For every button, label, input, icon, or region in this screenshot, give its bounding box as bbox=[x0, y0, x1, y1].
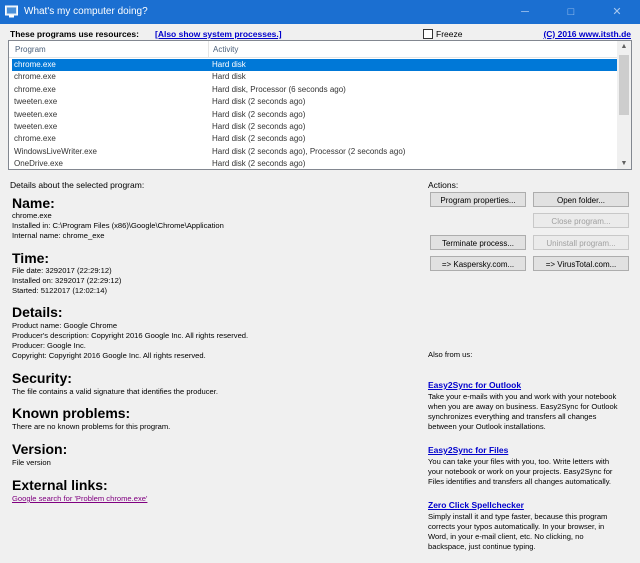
promo-line: Take your e-mails with you and work with… bbox=[428, 392, 617, 401]
freeze-checkbox[interactable] bbox=[423, 29, 433, 39]
programs-label: These programs use resources: bbox=[10, 29, 139, 39]
google-search-link[interactable]: Google search for 'Problem chrome.exe' bbox=[12, 494, 147, 503]
promo-line: Files identifies and transfers all chang… bbox=[428, 477, 612, 486]
easy2sync-files-text: You can take your files with you, too. W… bbox=[428, 457, 628, 487]
known-problems-text: There are no known problems for this pro… bbox=[12, 422, 171, 431]
list-row[interactable]: WindowsLiveWriter.exe Hard disk (2 second… bbox=[12, 146, 617, 158]
program-cell: chrome.exe bbox=[14, 134, 56, 144]
easy2sync-files-link[interactable]: Easy2Sync for Files bbox=[428, 445, 508, 455]
time-line: File date: 3292017 (22:29:12) bbox=[12, 266, 112, 275]
details-line: Product name: Google Chrome bbox=[12, 321, 118, 330]
program-cell: chrome.exe bbox=[14, 60, 56, 69]
column-header-activity[interactable]: Activity bbox=[213, 45, 238, 54]
program-cell: tweeten.exe bbox=[14, 109, 58, 119]
time-heading: Time: bbox=[12, 250, 50, 266]
security-text: The file contains a valid signature that… bbox=[12, 387, 218, 396]
uninstall-program-button[interactable]: Uninstall program... bbox=[533, 235, 629, 250]
list-row[interactable]: tweeten.exe Hard disk (2 seconds ago) bbox=[12, 109, 617, 121]
close-icon[interactable]: ✕ bbox=[594, 0, 640, 24]
program-cell: chrome.exe bbox=[14, 84, 56, 94]
copyright-link[interactable]: (C) 2016 www.itsth.de bbox=[543, 29, 631, 39]
freeze-label[interactable]: Freeze bbox=[436, 29, 462, 39]
system-processes-link[interactable]: [Also show system processes.] bbox=[155, 29, 282, 39]
virustotal-button[interactable]: => VirusTotal.com... bbox=[533, 256, 629, 271]
list-row[interactable]: chrome.exe Hard disk bbox=[12, 71, 617, 83]
open-folder-button[interactable]: Open folder... bbox=[533, 192, 629, 207]
time-line: Started: 5122017 (12:02:14) bbox=[12, 286, 107, 295]
details-line: Producer: Google Inc. bbox=[12, 341, 86, 350]
promo-line: synchronizes everything and transfers al… bbox=[428, 412, 597, 421]
also-from-us-label: Also from us: bbox=[428, 350, 473, 359]
version-heading: Version: bbox=[12, 441, 68, 457]
promo-line: backspace, just continue typing. bbox=[428, 542, 536, 551]
app-icon bbox=[5, 5, 18, 18]
activity-cell: Hard disk bbox=[212, 72, 246, 82]
name-line: Installed in: C:\Program Files (x86)\Goo… bbox=[12, 221, 224, 230]
promo-line: your notebook or work on your projects. … bbox=[428, 467, 613, 476]
list-row[interactable]: tweeten.exe Hard disk (2 seconds ago) bbox=[12, 96, 617, 108]
list-row[interactable]: chrome.exe Hard disk bbox=[12, 59, 617, 72]
external-links-heading: External links: bbox=[12, 477, 108, 493]
details-heading: Details: bbox=[12, 304, 63, 320]
promo-line: You can take your files with you, too. W… bbox=[428, 457, 610, 466]
name-line: Internal name: chrome_exe bbox=[12, 231, 105, 240]
time-line: Installed on: 3292017 (22:29:12) bbox=[12, 276, 122, 285]
details-line: Copyright: Copyright 2016 Google Inc. Al… bbox=[12, 351, 206, 360]
program-properties-button[interactable]: Program properties... bbox=[430, 192, 526, 207]
name-line: chrome.exe bbox=[12, 211, 52, 220]
details-line: Producer's description: Copyright 2016 G… bbox=[12, 331, 249, 340]
terminate-process-button[interactable]: Terminate process... bbox=[430, 235, 526, 250]
promo-line: Simply install it and type faster, becau… bbox=[428, 512, 608, 521]
list-rows: chrome.exe Hard disk chrome.exe Hard disk … bbox=[12, 59, 617, 169]
program-cell: OneDrive.exe bbox=[14, 159, 63, 169]
easy2sync-outlook-link[interactable]: Easy2Sync for Outlook bbox=[428, 380, 521, 390]
program-cell: tweeten.exe bbox=[14, 121, 58, 131]
program-list[interactable]: Program Activity chrome.exe Hard disk chr… bbox=[8, 40, 632, 170]
list-row[interactable]: chrome.exe Hard disk, Processor (6 second… bbox=[12, 84, 617, 96]
easy2sync-outlook-text: Take your e-mails with you and work with… bbox=[428, 392, 628, 432]
minimize-icon[interactable]: ─ bbox=[502, 0, 548, 24]
activity-cell: Hard disk (2 seconds ago), Processor (2 … bbox=[212, 146, 406, 156]
activity-cell: Hard disk (2 seconds ago) bbox=[212, 109, 306, 119]
activity-cell: Hard disk (2 seconds ago) bbox=[212, 97, 306, 107]
version-text: File version bbox=[12, 458, 51, 467]
activity-cell: Hard disk (2 seconds ago) bbox=[212, 159, 306, 169]
details-label: Details about the selected program: bbox=[10, 180, 145, 190]
close-program-button[interactable]: Close program... bbox=[533, 213, 629, 228]
activity-cell: Hard disk, Processor (6 seconds ago) bbox=[212, 84, 346, 94]
scroll-down-icon[interactable]: ▼ bbox=[617, 160, 631, 167]
scroll-up-icon[interactable]: ▲ bbox=[617, 43, 631, 50]
actions-label: Actions: bbox=[428, 180, 459, 190]
list-row[interactable]: tweeten.exe Hard disk (2 seconds ago) bbox=[12, 121, 617, 133]
title-bar: What's my computer doing? ─ □ ✕ bbox=[0, 0, 640, 24]
security-heading: Security: bbox=[12, 370, 72, 386]
zero-click-spellchecker-link[interactable]: Zero Click Spellchecker bbox=[428, 500, 524, 510]
column-divider[interactable] bbox=[208, 41, 209, 57]
activity-cell: Hard disk (2 seconds ago) bbox=[212, 121, 306, 131]
scroll-thumb[interactable] bbox=[619, 55, 629, 115]
program-cell: chrome.exe bbox=[14, 72, 56, 82]
activity-cell: Hard disk (2 seconds ago) bbox=[212, 134, 306, 144]
activity-cell: Hard disk bbox=[212, 60, 246, 69]
kaspersky-button[interactable]: => Kaspersky.com... bbox=[430, 256, 526, 271]
zero-click-spellchecker-text: Simply install it and type faster, becau… bbox=[428, 512, 628, 552]
promo-line: corrects your typos automatically. In yo… bbox=[428, 522, 605, 531]
column-header-program[interactable]: Program bbox=[15, 45, 46, 54]
promo-line: Word, in your e-mail client, etc. No cli… bbox=[428, 532, 584, 541]
list-header: Program Activity bbox=[9, 41, 617, 58]
known-problems-heading: Known problems: bbox=[12, 405, 131, 421]
window-title: What's my computer doing? bbox=[24, 6, 148, 17]
name-heading: Name: bbox=[12, 195, 55, 211]
promo-line: between your Outlook installations. bbox=[428, 422, 546, 431]
promo-line: when you are away on business. Easy2Sync… bbox=[428, 402, 618, 411]
program-cell: tweeten.exe bbox=[14, 97, 58, 107]
list-row[interactable]: OneDrive.exe Hard disk (2 seconds ago) bbox=[12, 158, 617, 169]
program-cell: WindowsLiveWriter.exe bbox=[14, 146, 97, 156]
list-scrollbar[interactable]: ▲ ▼ bbox=[617, 41, 631, 169]
list-row[interactable]: chrome.exe Hard disk (2 seconds ago) bbox=[12, 133, 617, 145]
maximize-icon[interactable]: □ bbox=[548, 0, 594, 24]
